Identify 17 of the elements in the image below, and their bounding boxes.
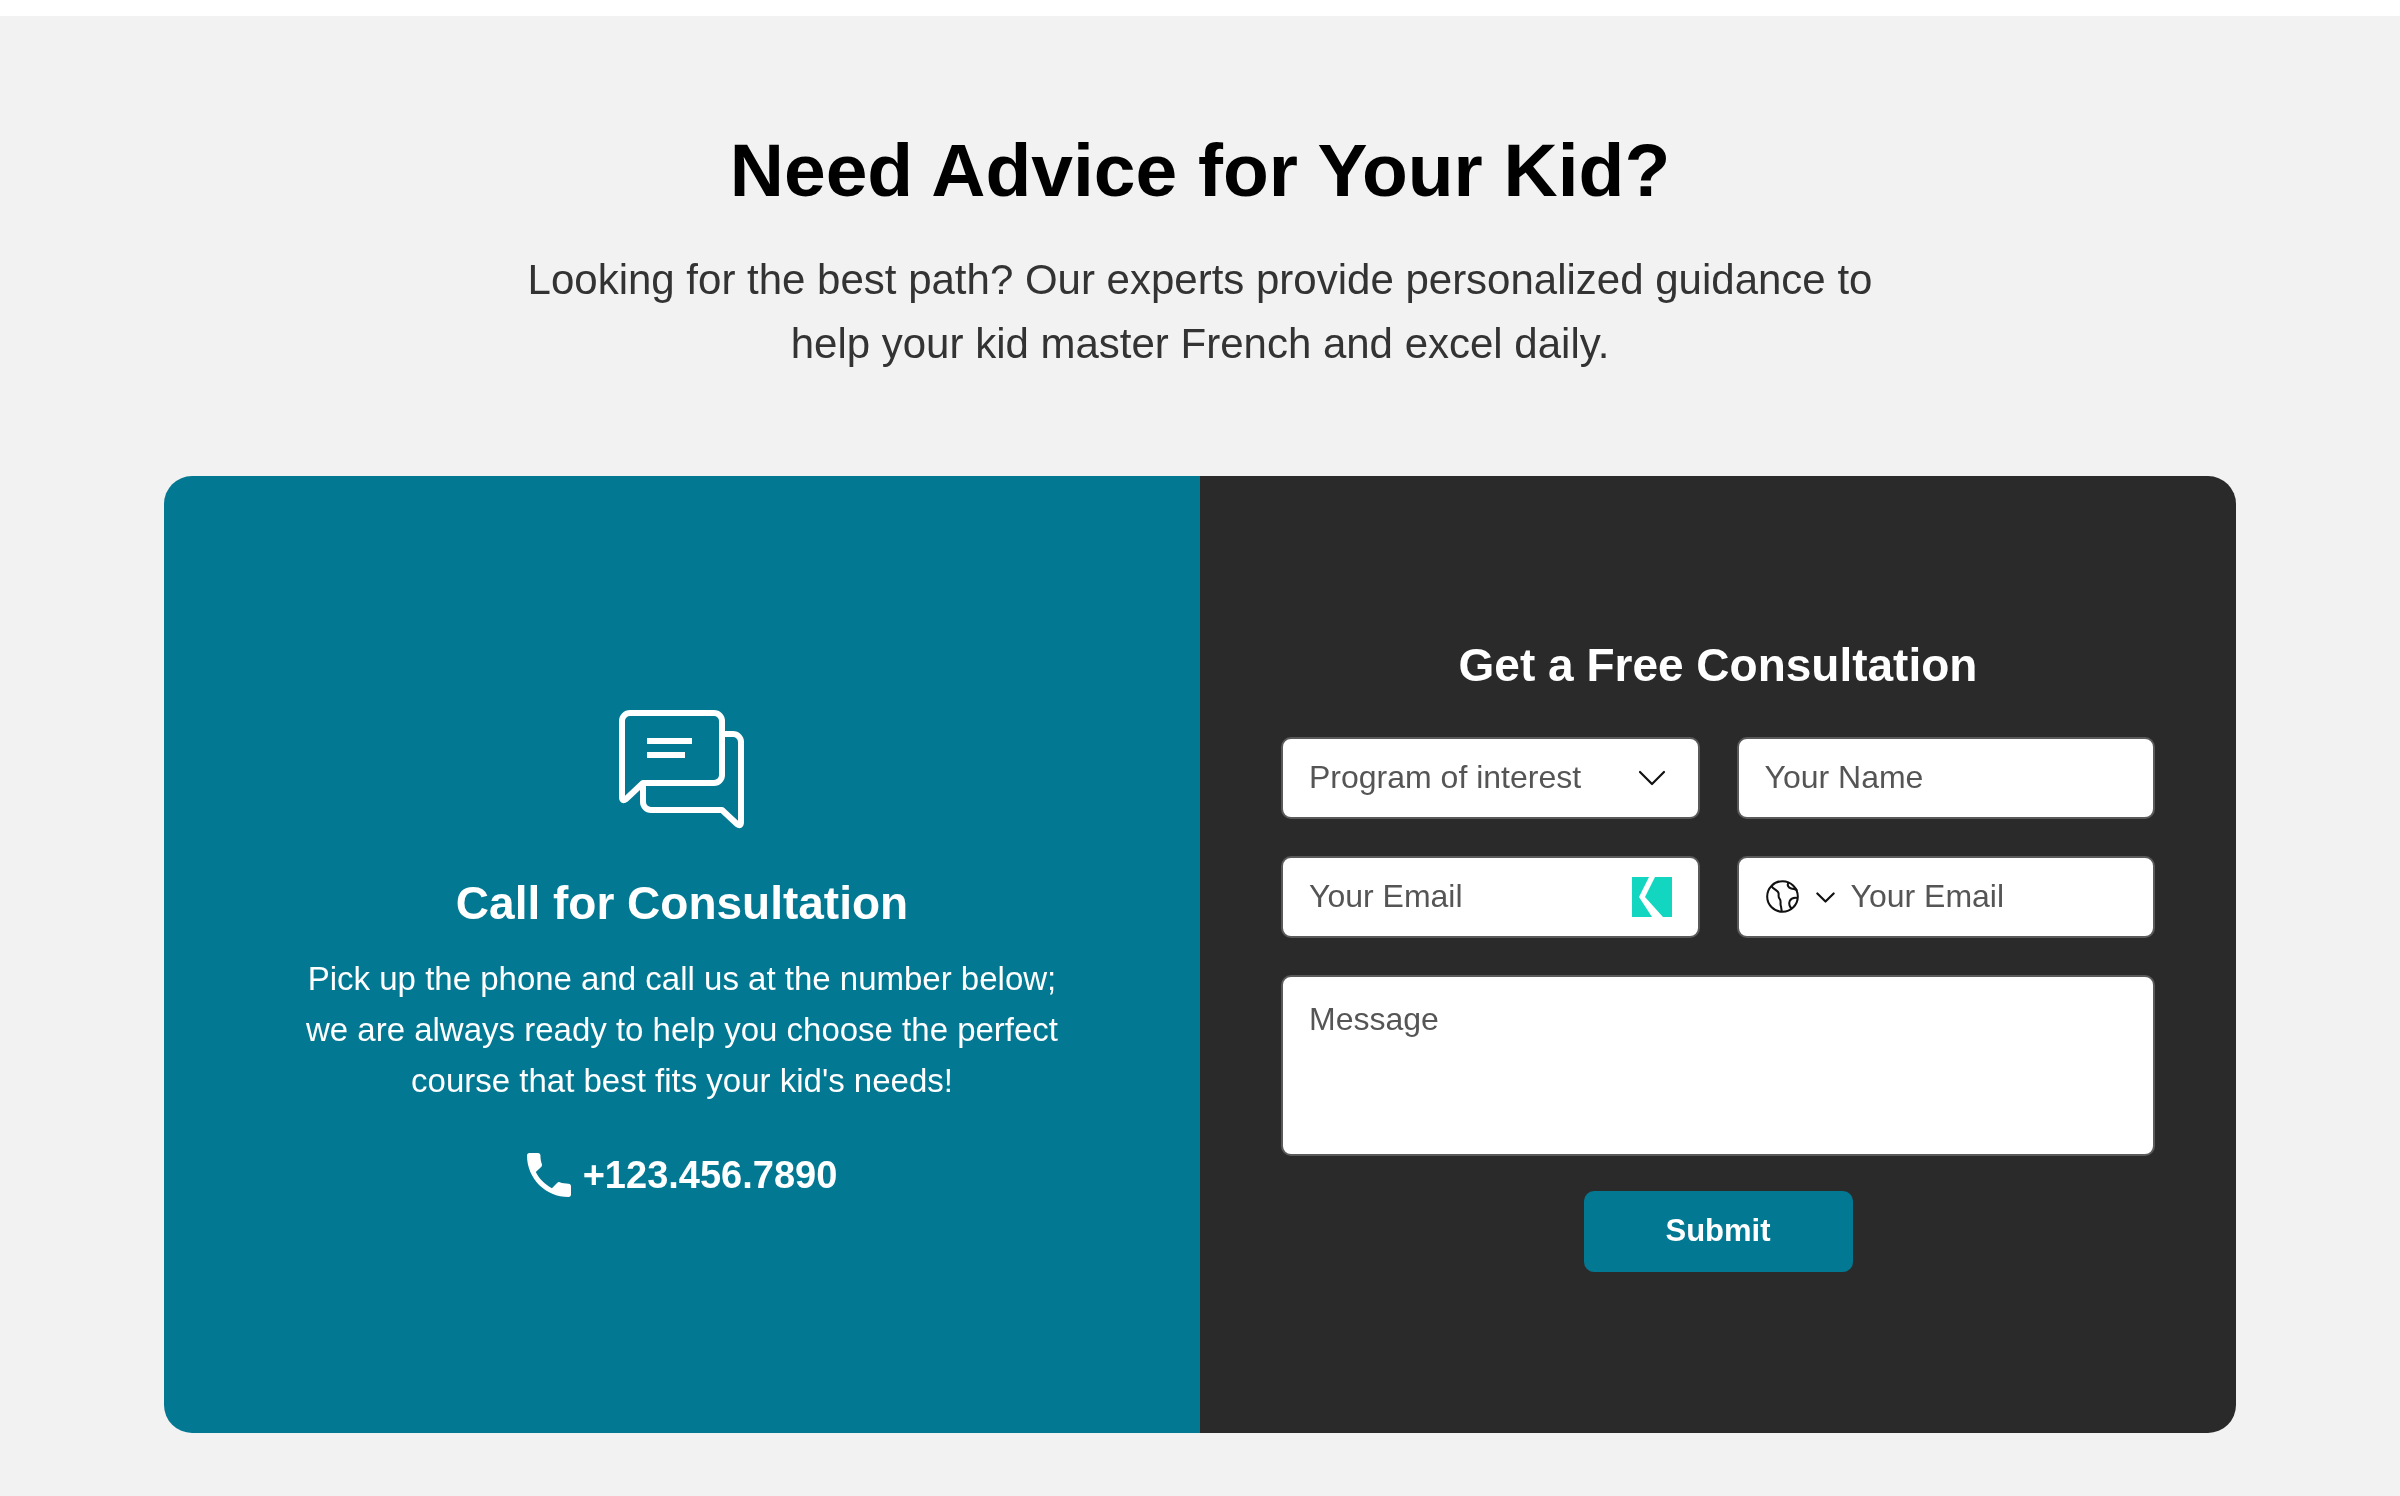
form-title: Get a Free Consultation [1458,637,1978,693]
chevron-down-icon[interactable] [1815,891,1835,903]
submit-button[interactable]: Submit [1583,1190,1853,1272]
globe-icon[interactable] [1764,878,1800,914]
phone-number-link[interactable]: +123.456.7890 [582,1149,838,1200]
message-field[interactable]: Message [1281,974,2155,1156]
caret-down-icon[interactable] [1637,769,1666,786]
program-select[interactable]: Program of interest [1281,736,1700,819]
name-field[interactable]: Your Name [1736,736,2155,819]
phone-field[interactable]: Your Email [1736,855,2155,938]
email-field[interactable]: Your Email [1281,855,1700,938]
section-heading: Need Advice for Your Kid? [729,128,1671,213]
chat-bubbles-icon [619,709,745,830]
call-description: Pick up the phone and call us at the number below; we are always ready to help you choose the perfect course that best fits your kid's needs! [304,958,1060,1101]
phone-icon [526,1152,571,1197]
section-subtitle: Looking for the best path? Our experts provide personalized guidance to help your kid master French and excel daily. [526,255,1874,369]
call-title: Call for Consultation [455,875,909,931]
